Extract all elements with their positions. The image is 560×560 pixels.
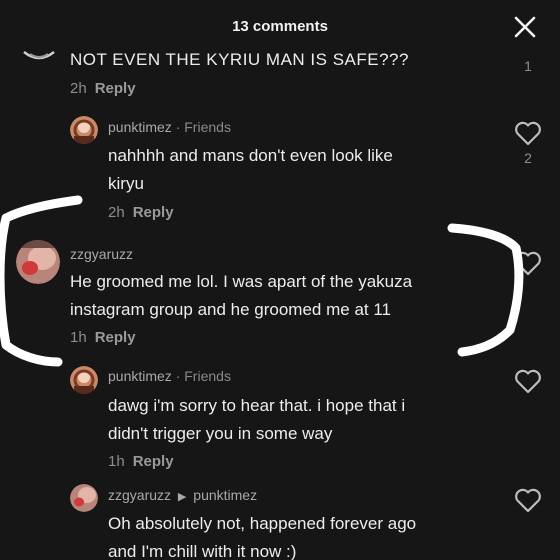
comment-meta: 1h Reply xyxy=(70,329,136,346)
comment-username[interactable]: zzgyaruzz xyxy=(70,246,133,262)
close-icon[interactable] xyxy=(512,14,538,40)
comment-time: 2h xyxy=(70,80,87,97)
avatar[interactable] xyxy=(70,116,98,144)
avatar[interactable] xyxy=(16,240,60,284)
reply-arrow-icon: ▶ xyxy=(177,491,187,503)
comment-line: dawg i'm sorry to hear that. i hope that… xyxy=(108,396,406,415)
heart-outline-icon[interactable] xyxy=(514,250,542,276)
like-count: 1 xyxy=(524,58,532,74)
comment-text: dawg i'm sorry to hear that. i hope that… xyxy=(108,392,405,448)
reply-button[interactable]: Reply xyxy=(95,80,136,97)
avatar[interactable] xyxy=(70,484,98,512)
like-count: 2 xyxy=(524,150,532,166)
heart-outline-icon[interactable] xyxy=(514,120,542,146)
comment-line: instagram group and he groomed me at 11 xyxy=(70,300,391,319)
heart-outline-icon[interactable] xyxy=(514,368,542,394)
comment-text: Oh absolutely not, happened forever ago … xyxy=(108,510,416,560)
comment-text: NOT EVEN THE KYRIU MAN IS SAFE??? xyxy=(70,50,409,69)
username-text[interactable]: punktimez xyxy=(108,368,172,384)
reply-button[interactable]: Reply xyxy=(133,453,174,470)
comment-line: kiryu xyxy=(108,174,144,193)
comment-time: 1h xyxy=(108,453,125,470)
comment-meta: 2h Reply xyxy=(70,80,136,97)
reply-button[interactable]: Reply xyxy=(133,204,174,221)
reply-button[interactable]: Reply xyxy=(95,329,136,346)
reply-to-username[interactable]: punktimez xyxy=(193,487,257,503)
friends-tag: · Friends xyxy=(175,368,231,384)
username-text[interactable]: zzgyaruzz xyxy=(108,487,171,503)
comment-line: nahhhh and mans don't even look like xyxy=(108,146,393,165)
username-text[interactable]: zzgyaruzz xyxy=(70,246,133,262)
heart-outline-icon[interactable] xyxy=(514,487,542,513)
comment-line: and I'm chill with it now :) xyxy=(108,542,297,560)
comments-sheet: 13 comments NOT EVEN THE KYRIU MAN IS SA… xyxy=(0,0,560,560)
comment-line: Oh absolutely not, happened forever ago xyxy=(108,514,417,533)
comment-time: 1h xyxy=(70,329,87,346)
comment-text: He groomed me lol. I was apart of the ya… xyxy=(70,268,412,324)
comment-time: 2h xyxy=(108,204,125,221)
comments-count-title: 13 comments xyxy=(232,18,328,35)
comment-username[interactable]: zzgyaruzz ▶ punktimez xyxy=(108,487,257,503)
comment-line: didn't trigger you in some way xyxy=(108,424,333,443)
comment-username[interactable]: punktimez · Friends xyxy=(108,368,231,384)
comment-meta: 1h Reply xyxy=(108,453,174,470)
username-text[interactable]: punktimez xyxy=(108,119,172,135)
comment-meta: 2h Reply xyxy=(108,204,174,221)
avatar[interactable] xyxy=(70,366,98,394)
comment-line: He groomed me lol. I was apart of the ya… xyxy=(70,272,413,291)
avatar[interactable] xyxy=(22,50,56,62)
comment-text: nahhhh and mans don't even look like kir… xyxy=(108,142,393,198)
comment-username[interactable]: punktimez · Friends xyxy=(108,119,231,135)
friends-tag: · Friends xyxy=(175,119,231,135)
